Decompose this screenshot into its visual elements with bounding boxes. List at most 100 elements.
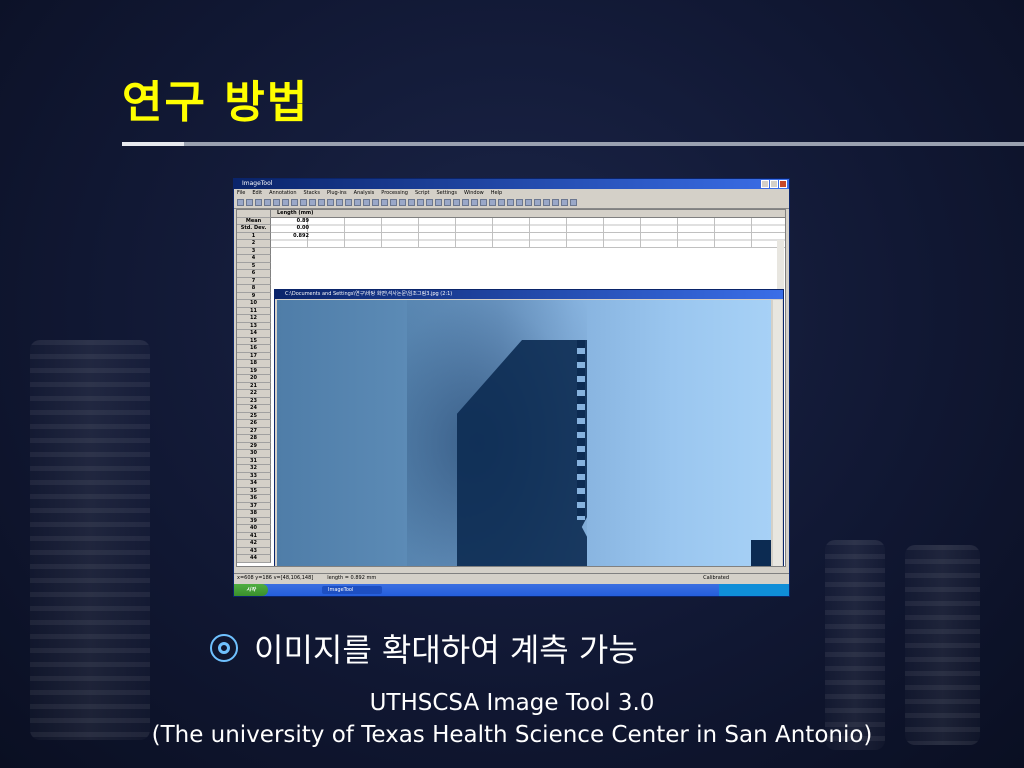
maximize-icon[interactable] — [770, 180, 778, 188]
tool-icon[interactable] — [534, 199, 541, 206]
close-icon[interactable] — [779, 180, 787, 188]
tool-icon[interactable] — [489, 199, 496, 206]
row-header: 43 — [237, 547, 271, 555]
row-header: 7 — [237, 277, 271, 285]
menu-edit[interactable]: Edit — [252, 189, 262, 197]
tool-icon[interactable] — [453, 199, 460, 206]
tool-icon[interactable] — [444, 199, 451, 206]
menu-stacks[interactable]: Stacks — [303, 189, 319, 197]
row-header: 9 — [237, 292, 271, 300]
taskbar-item-imagetool[interactable]: ImageTool — [322, 586, 382, 594]
cell-row-1[interactable]: 0.892 — [273, 233, 309, 239]
row-header: 41 — [237, 532, 271, 540]
row-header: 15 — [237, 337, 271, 345]
menu-file[interactable]: File — [237, 189, 245, 197]
tool-icon[interactable] — [435, 199, 442, 206]
tool-icon[interactable] — [273, 199, 280, 206]
row-header: 8 — [237, 285, 271, 293]
cell-mean[interactable]: 0.89 — [273, 218, 309, 224]
tool-icon[interactable] — [507, 199, 514, 206]
row-header: 5 — [237, 262, 271, 270]
menu-help[interactable]: Help — [491, 189, 502, 197]
row-header: 20 — [237, 375, 271, 383]
tool-icon[interactable] — [282, 199, 289, 206]
tool-icon[interactable] — [336, 199, 343, 206]
tool-icon[interactable] — [327, 199, 334, 206]
tool-icon[interactable] — [408, 199, 415, 206]
tool-icon[interactable] — [300, 199, 307, 206]
row-header: 30 — [237, 450, 271, 458]
menu-script[interactable]: Script — [415, 189, 430, 197]
status-coords: x=608 y=186 v=[48,106,148] — [237, 575, 314, 581]
image-window-title: C:\Documents and Settings\연구\바탕 화면\석사논문\… — [275, 290, 783, 299]
bullet-item: 이미지를 확대하여 계측 가능 — [210, 625, 638, 671]
system-tray — [719, 584, 789, 596]
menu-settings[interactable]: Settings — [436, 189, 457, 197]
tool-icon[interactable] — [264, 199, 271, 206]
tool-icon[interactable] — [354, 199, 361, 206]
tool-icon[interactable] — [498, 199, 505, 206]
bullet-text: 이미지를 확대하여 계측 가능 — [254, 631, 638, 669]
row-header: 34 — [237, 480, 271, 488]
row-header: 14 — [237, 330, 271, 338]
start-button[interactable]: 시작 — [234, 584, 268, 596]
row-header: 2 — [237, 240, 271, 248]
tool-icon[interactable] — [381, 199, 388, 206]
row-header: 24 — [237, 405, 271, 413]
tool-icon[interactable] — [561, 199, 568, 206]
row-header: 18 — [237, 360, 271, 368]
row-header: 32 — [237, 465, 271, 473]
tool-icon[interactable] — [543, 199, 550, 206]
implant-decoration-right-1 — [825, 540, 885, 750]
row-header: 36 — [237, 495, 271, 503]
minimize-icon[interactable] — [761, 180, 769, 188]
tool-icon[interactable] — [426, 199, 433, 206]
menu-window[interactable]: Window — [464, 189, 484, 197]
tool-icon[interactable] — [246, 199, 253, 206]
tool-icon[interactable] — [237, 199, 244, 206]
cell-stddev[interactable]: 0.00 — [273, 225, 309, 231]
tool-icon[interactable] — [255, 199, 262, 206]
row-header: 29 — [237, 442, 271, 450]
tool-icon[interactable] — [417, 199, 424, 206]
row-header: 42 — [237, 540, 271, 548]
tool-icon[interactable] — [309, 199, 316, 206]
column-header-length[interactable]: Length (mm) — [271, 210, 785, 218]
image-vertical-scrollbar[interactable] — [773, 300, 782, 566]
tool-icon[interactable] — [363, 199, 370, 206]
menu-processing[interactable]: Processing — [381, 189, 408, 197]
row-header: 39 — [237, 517, 271, 525]
row-header: 27 — [237, 427, 271, 435]
tool-icon[interactable] — [471, 199, 478, 206]
tool-icon[interactable] — [390, 199, 397, 206]
tool-icon[interactable] — [372, 199, 379, 206]
tool-icon[interactable] — [345, 199, 352, 206]
tool-icon[interactable] — [570, 199, 577, 206]
tool-icon[interactable] — [525, 199, 532, 206]
row-header: 28 — [237, 435, 271, 443]
row-header: 3 — [237, 247, 271, 255]
tool-icon[interactable] — [516, 199, 523, 206]
tool-icon[interactable] — [291, 199, 298, 206]
tool-icon[interactable] — [552, 199, 559, 206]
row-header: 35 — [237, 487, 271, 495]
row-header: 44 — [237, 555, 271, 563]
menu-plugins[interactable]: Plug-ins — [327, 189, 347, 197]
tool-icon[interactable] — [399, 199, 406, 206]
tool-icon[interactable] — [480, 199, 487, 206]
tool-icon[interactable] — [318, 199, 325, 206]
row-header-column: Mean Std. Dev. 1 2 3 4 5 6 7 8 9 10 11 12 13 14 15 16 1… — [237, 210, 271, 563]
row-header: 23 — [237, 397, 271, 405]
xray-image — [277, 300, 771, 566]
row-header: 31 — [237, 457, 271, 465]
sheet-grid — [271, 217, 785, 248]
menu-analysis[interactable]: Analysis — [354, 189, 375, 197]
row-header: 19 — [237, 367, 271, 375]
menu-annotation[interactable]: Annotation — [269, 189, 296, 197]
tool-icon[interactable] — [462, 199, 469, 206]
credit-line-2: (The university of Texas Health Science … — [151, 722, 873, 748]
row-header: 21 — [237, 382, 271, 390]
bullet-circle-icon — [210, 634, 238, 662]
row-header: 12 — [237, 315, 271, 323]
row-header: 25 — [237, 412, 271, 420]
